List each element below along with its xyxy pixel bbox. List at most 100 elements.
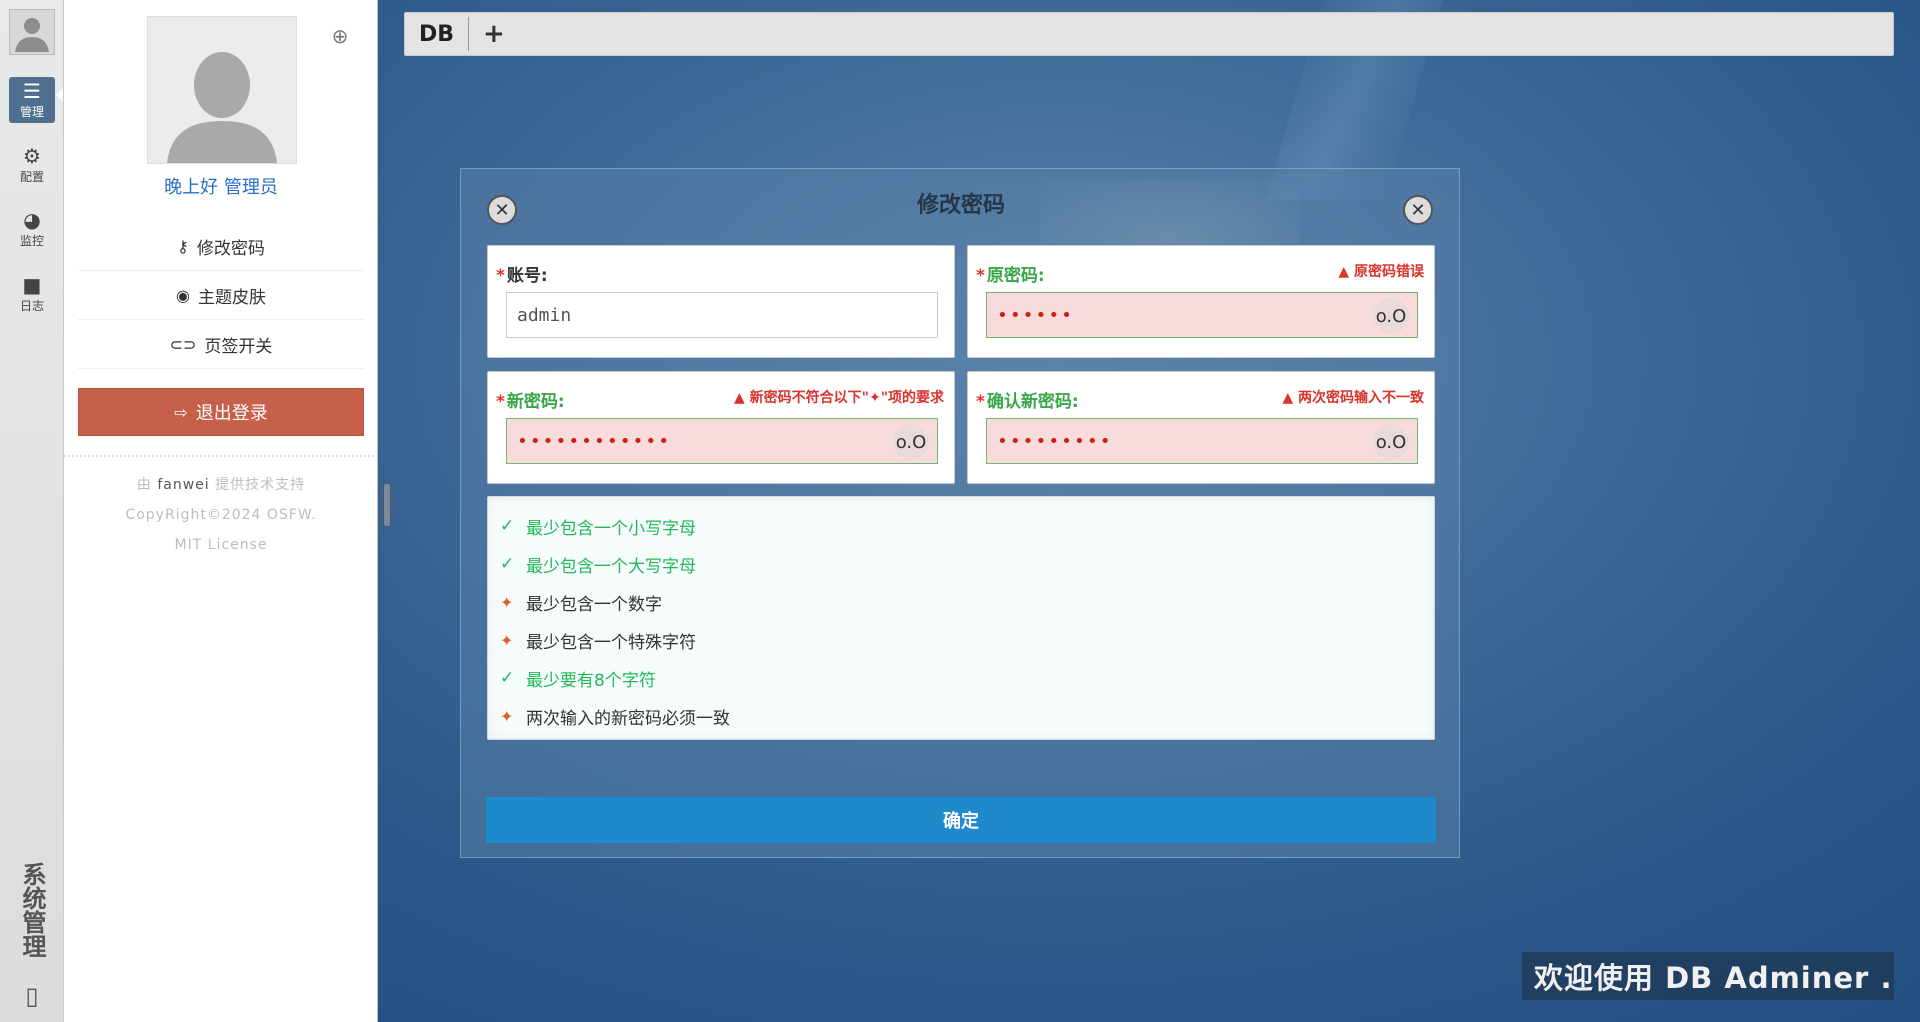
- menu-change-password[interactable]: ⚷ 修改密码: [78, 222, 364, 271]
- account-input[interactable]: admin: [506, 292, 938, 338]
- rule-item: ✓ 最少要有8个字符: [500, 659, 1422, 697]
- required-mark: *: [496, 392, 505, 412]
- warning-icon: ▲: [1338, 264, 1350, 280]
- credits-prefix: 由: [136, 477, 152, 493]
- required-mark: *: [976, 266, 985, 286]
- new-password-label: * 新密码:: [496, 387, 565, 412]
- confirm-button[interactable]: 确定: [486, 797, 1436, 843]
- rail-item-label: 管理: [19, 104, 44, 119]
- credits-copyright: CopyRight©2024 OSFW.: [125, 507, 317, 523]
- menu-tab-toggle[interactable]: ⊂⊃ 页签开关: [78, 320, 364, 369]
- rule-item: ✓ 最少包含一个大写字母: [500, 545, 1422, 583]
- logout-button[interactable]: ⇨ 退出登录: [78, 388, 364, 436]
- show-password-toggle[interactable]: o.O: [1373, 298, 1409, 334]
- change-password-dialog: 修改密码 ✕ ✕ * 账号: admin * 原密码: ▲ 原密码错误 ••••••…: [460, 168, 1460, 858]
- credits-license: MIT License: [174, 537, 268, 553]
- label-text: 账号:: [506, 266, 548, 286]
- new-password-card: * 新密码: ▲ 新密码不符合以下"✦"项的要求 •••••••••••• o.O: [487, 371, 955, 484]
- warning-icon: ▲: [1282, 390, 1294, 406]
- rule-text: 最少包含一个大写字母: [526, 556, 696, 577]
- confirm-password-label: * 确认新密码:: [976, 387, 1079, 412]
- confirm-password-error: ▲ 两次密码输入不一致: [1282, 387, 1424, 407]
- rail-item-label: 配置: [19, 169, 44, 184]
- divider: [64, 455, 378, 457]
- label-text: 新密码:: [506, 392, 565, 412]
- check-icon: ✓: [500, 516, 515, 536]
- warning-icon: ▲: [734, 390, 745, 406]
- rule-text: 最少包含一个数字: [526, 594, 662, 615]
- show-password-toggle[interactable]: o.O: [1373, 424, 1409, 460]
- required-mark: *: [496, 266, 505, 286]
- password-dots: ••••••••••••: [517, 430, 672, 452]
- panel-menu: ⚷ 修改密码 ◉ 主题皮肤 ⊂⊃ 页签开关: [78, 222, 364, 369]
- star-icon: ✦: [500, 630, 514, 650]
- password-dots: •••••••••: [997, 430, 1113, 452]
- icon-rail: ☰ 管理 ⚙ 配置 ◕ 监控 ■ 日志 系统管理 ▯: [0, 0, 64, 1022]
- welcome-banner: 欢迎使用 DB Adminer .: [1522, 952, 1894, 1000]
- rail-item-manage[interactable]: ☰ 管理: [9, 77, 55, 123]
- palette-icon: ◉: [176, 285, 190, 305]
- panel-resize-handle[interactable]: [383, 483, 391, 527]
- error-text: 两次密码输入不一致: [1298, 390, 1424, 406]
- rail-item-label: 监控: [19, 233, 44, 248]
- rule-item: ✓ 最少包含一个小写字母: [500, 507, 1422, 545]
- error-text: 原密码错误: [1354, 264, 1424, 280]
- active-pointer: [56, 88, 63, 102]
- new-password-error: ▲ 新密码不符合以下"✦"项的要求: [734, 387, 944, 407]
- password-rules: ✓ 最少包含一个小写字母 ✓ 最少包含一个大写字母 ✦ 最少包含一个数字 ✦ 最…: [487, 496, 1435, 740]
- tab-bar: DB +: [404, 12, 1894, 56]
- password-dots: ••••••: [997, 304, 1075, 326]
- menu-item-label: 页签开关: [204, 336, 273, 357]
- rule-text: 最少要有8个字符: [526, 670, 656, 691]
- close-icon: ✕: [1410, 199, 1426, 221]
- tab-db[interactable]: DB: [405, 17, 470, 51]
- rule-text: 最少包含一个小写字母: [526, 518, 696, 539]
- check-icon: ✓: [500, 554, 515, 574]
- user-silhouette-icon: [167, 52, 277, 163]
- rule-item: ✦ 两次输入的新密码必须一致: [500, 697, 1422, 735]
- collapse-icon[interactable]: ▯: [18, 982, 46, 1010]
- menu-item-label: 主题皮肤: [197, 287, 266, 308]
- profile-picture: [147, 16, 297, 164]
- add-tab-button[interactable]: +: [469, 19, 519, 49]
- rail-item-label: 日志: [19, 298, 44, 313]
- close-button-right[interactable]: ✕: [1403, 195, 1433, 225]
- old-password-card: * 原密码: ▲ 原密码错误 •••••• o.O: [967, 245, 1435, 358]
- confirm-password-card: * 确认新密码: ▲ 两次密码输入不一致 ••••••••• o.O: [967, 371, 1435, 484]
- show-password-toggle[interactable]: o.O: [893, 424, 929, 460]
- gears-icon: ⚙: [23, 143, 41, 168]
- rule-item: ✦ 最少包含一个特殊字符: [500, 621, 1422, 659]
- close-button-left[interactable]: ✕: [487, 195, 517, 225]
- credits-author: fanwei: [157, 477, 210, 493]
- account-label: * 账号:: [496, 261, 548, 286]
- credits-suffix: 提供技术支持: [215, 477, 306, 493]
- rail-item-monitor[interactable]: ◕ 监控: [9, 206, 55, 252]
- error-text: 新密码不符合以下"✦"项的要求: [749, 390, 944, 406]
- required-mark: *: [976, 392, 985, 412]
- rail-vertical-title: 系统管理: [18, 862, 46, 958]
- confirm-password-input[interactable]: ••••••••• o.O: [986, 418, 1418, 464]
- zoom-in-icon[interactable]: ⊕: [328, 24, 352, 48]
- rail-item-config[interactable]: ⚙ 配置: [9, 142, 55, 188]
- sign-out-icon: ⇨: [174, 402, 188, 422]
- star-icon: ✦: [500, 592, 514, 612]
- old-password-input[interactable]: •••••• o.O: [986, 292, 1418, 338]
- label-text: 确认新密码:: [986, 392, 1079, 412]
- menu-item-label: 修改密码: [196, 238, 265, 259]
- logout-label: 退出登录: [195, 403, 268, 424]
- user-icon: [15, 18, 49, 52]
- dashboard-icon: ◕: [23, 207, 41, 232]
- label-text: 原密码:: [986, 266, 1045, 286]
- rule-text: 最少包含一个特殊字符: [526, 632, 696, 653]
- old-password-error: ▲ 原密码错误: [1338, 261, 1424, 281]
- new-password-input[interactable]: •••••••••••• o.O: [506, 418, 938, 464]
- user-panel: ⊕ 晚上好 管理员 ⚷ 修改密码 ◉ 主题皮肤 ⊂⊃ 页签开关 ⇨ 退出登录 由…: [64, 0, 378, 1022]
- account-card: * 账号: admin: [487, 245, 955, 358]
- close-icon: ✕: [494, 199, 510, 221]
- account-value: admin: [517, 304, 572, 326]
- rail-item-log[interactable]: ■ 日志: [9, 271, 55, 317]
- rule-text: 两次输入的新密码必须一致: [526, 708, 730, 729]
- menu-theme-skin[interactable]: ◉ 主题皮肤: [78, 271, 364, 320]
- old-password-label: * 原密码:: [976, 261, 1045, 286]
- rail-avatar[interactable]: [9, 9, 55, 55]
